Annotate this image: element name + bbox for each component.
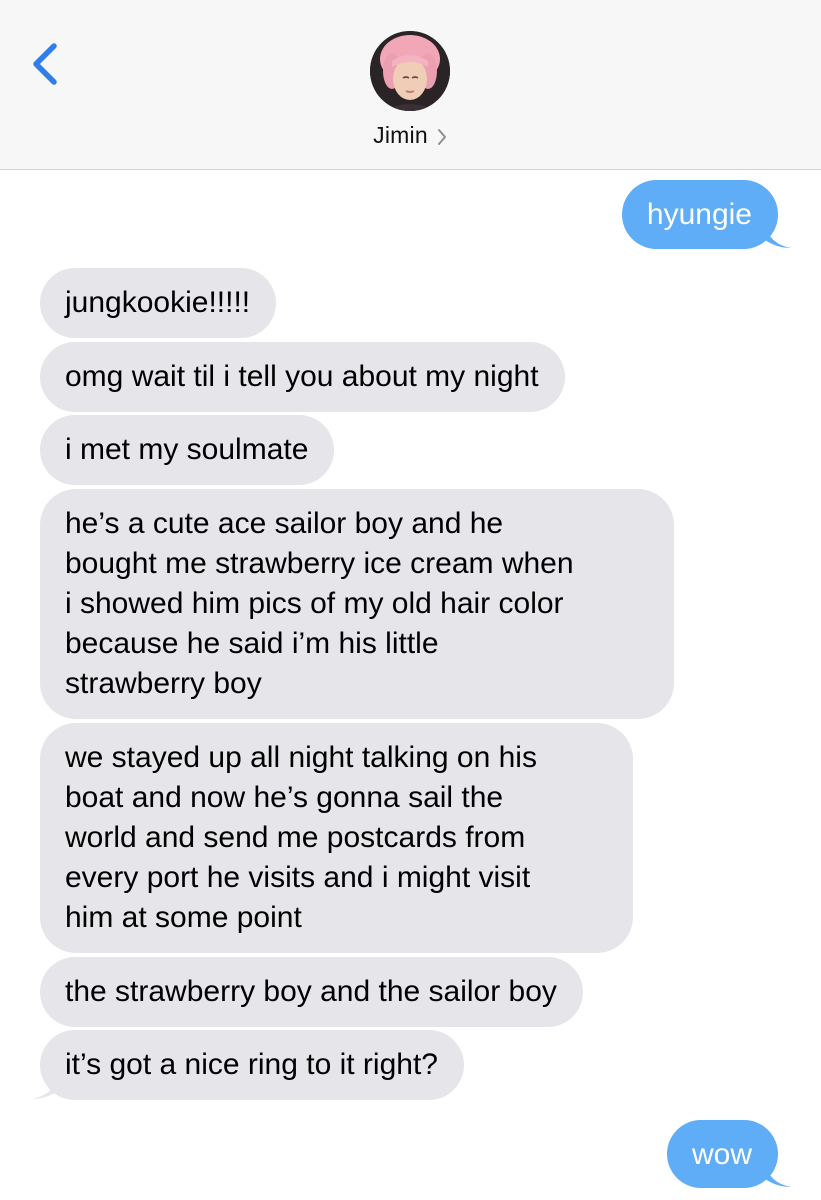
conversation-header: Jimin (0, 0, 821, 170)
message-bubble-incoming[interactable]: i met my soulmate (40, 415, 335, 485)
avatar-photo (370, 31, 450, 111)
message-bubble-outgoing[interactable]: hyungie (621, 180, 778, 249)
message-bubble-incoming[interactable]: jungkookie!!!!! (40, 268, 277, 338)
contact-details-button[interactable]: Jimin (0, 118, 821, 152)
message-bubble-incoming[interactable]: we stayed up all night talking on his bo… (40, 723, 633, 953)
bubble-tail (765, 224, 791, 248)
contact-name: Jimin (373, 121, 428, 148)
message-bubble-outgoing[interactable]: wow (666, 1120, 778, 1188)
contact-avatar[interactable] (370, 31, 450, 111)
message-bubble-incoming[interactable]: the strawberry boy and the sailor boy (40, 957, 583, 1027)
bubble-tail (32, 1075, 58, 1099)
message-bubble-incoming[interactable]: omg wait til i tell you about my night (40, 342, 565, 412)
chevron-right-icon (437, 128, 446, 145)
message-bubble-incoming[interactable]: it’s got a nice ring to it right? (40, 1030, 464, 1100)
chevron-left-icon (33, 43, 57, 85)
back-button[interactable] (26, 38, 70, 92)
messages-screen: Jimin hyungie jungkookie!!!!! omg wait t… (0, 0, 821, 1200)
bubble-tail (765, 1163, 791, 1187)
message-bubble-incoming[interactable]: he’s a cute ace sailor boy and he bought… (40, 489, 674, 719)
